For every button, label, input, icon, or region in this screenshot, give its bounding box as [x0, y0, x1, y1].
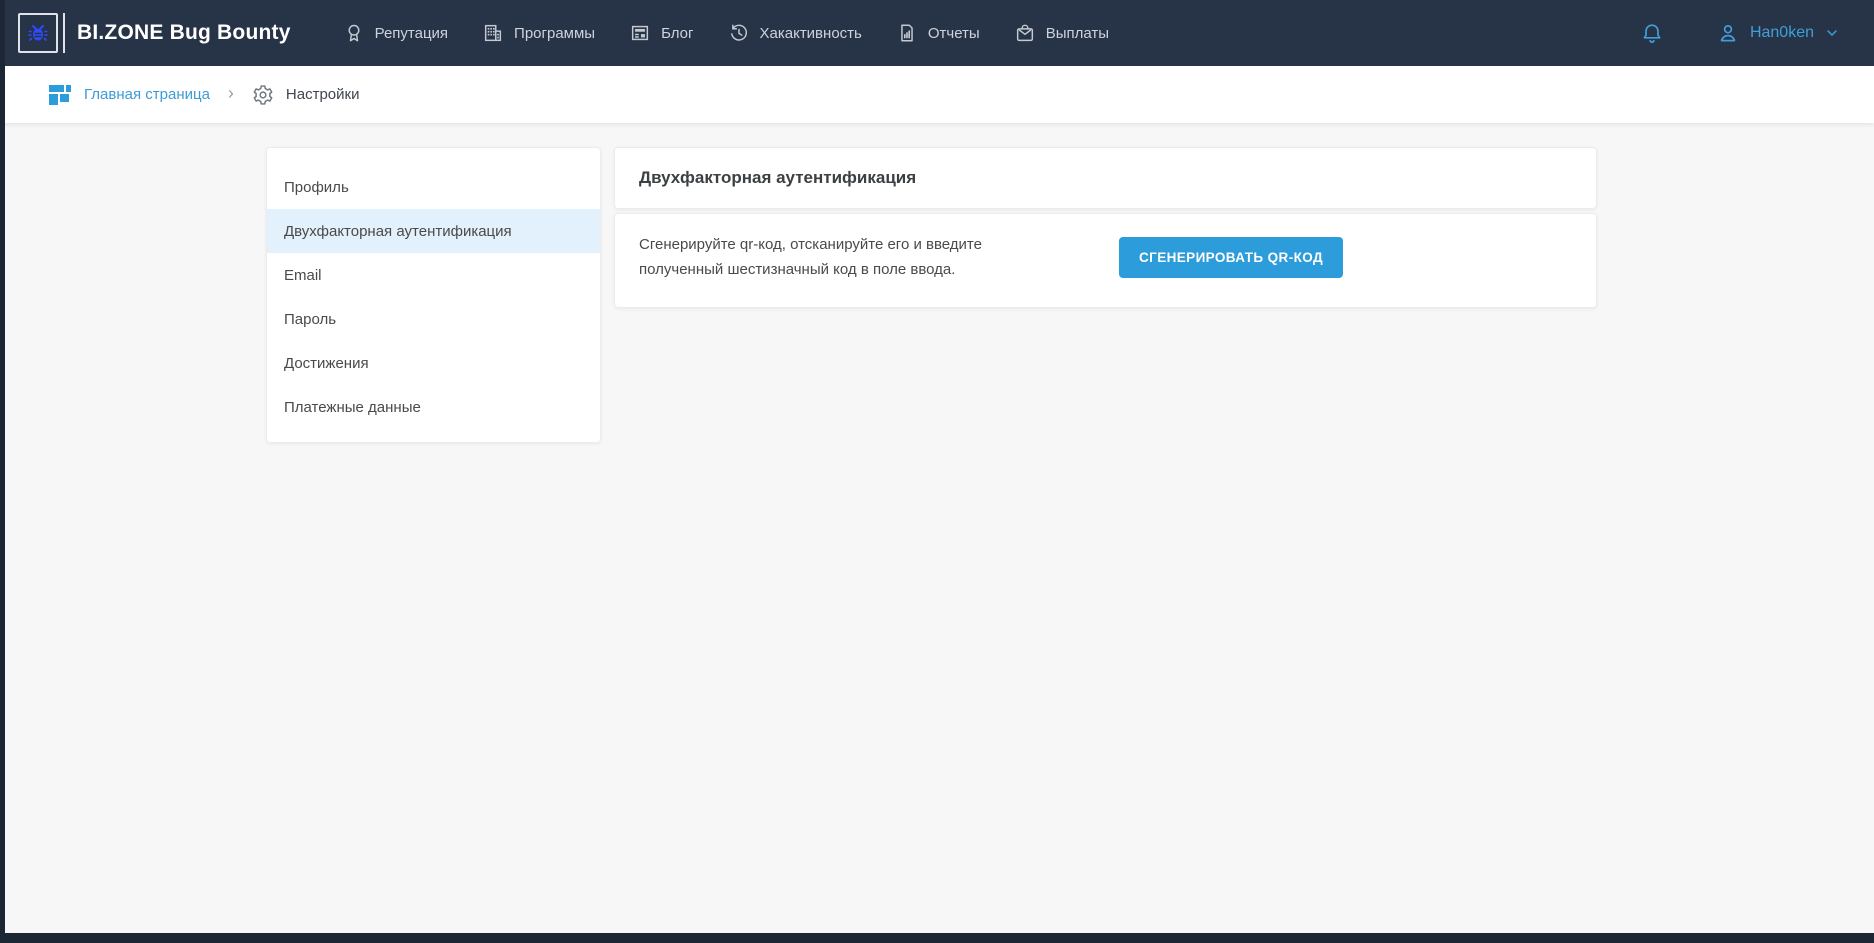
- nav-item-reports[interactable]: Отчеты: [896, 22, 980, 44]
- chevron-down-icon: [1824, 25, 1840, 41]
- building-icon: [482, 22, 504, 44]
- nav-item-hackactivity[interactable]: Хакактивность: [728, 22, 862, 44]
- settings-menu: Профиль Двухфакторная аутентификация Ema…: [266, 147, 601, 443]
- nav-item-label: Программы: [514, 25, 595, 42]
- nav-item-label: Отчеты: [928, 25, 980, 42]
- briefcase-icon: [1014, 22, 1036, 44]
- notifications-bell-icon[interactable]: [1640, 21, 1664, 45]
- breadcrumb-current: Настройки: [252, 84, 360, 106]
- nav-item-label: Репутация: [375, 25, 448, 42]
- breadcrumb-chevron-icon: ›: [222, 83, 240, 106]
- generate-qr-button[interactable]: СГЕНЕРИРОВАТЬ QR-КОД: [1119, 237, 1343, 278]
- menu-item-profile[interactable]: Профиль: [267, 165, 600, 209]
- brand-separator: [63, 13, 65, 53]
- brand-logo[interactable]: BI.ZONE Bug Bounty: [18, 13, 291, 53]
- nav-item-payouts[interactable]: Выплаты: [1014, 22, 1109, 44]
- breadcrumb-current-label: Настройки: [286, 86, 360, 103]
- top-navbar: BI.ZONE Bug Bounty Репутация: [0, 0, 1874, 66]
- panel-header: Двухфакторная аутентификация: [614, 147, 1597, 209]
- nav-item-label: Хакактивность: [760, 25, 862, 42]
- history-icon: [728, 22, 750, 44]
- dashboard-icon: [48, 83, 72, 107]
- medal-icon: [343, 22, 365, 44]
- user-menu[interactable]: Han0ken: [1716, 21, 1840, 45]
- panel-description: Сгенерируйте qr-код, отсканируйте его и …: [639, 232, 1069, 282]
- nav-item-blog[interactable]: Блог: [629, 22, 693, 44]
- breadcrumb-home-link[interactable]: Главная страница: [48, 83, 210, 107]
- bottom-edge-strip: [0, 933, 1874, 943]
- breadcrumb-bar: Главная страница › Настройки: [0, 66, 1874, 123]
- nav-item-reputation[interactable]: Репутация: [343, 22, 448, 44]
- gear-icon: [252, 84, 274, 106]
- nav-item-programs[interactable]: Программы: [482, 22, 595, 44]
- newspaper-icon: [629, 22, 651, 44]
- menu-item-achievements[interactable]: Достижения: [267, 341, 600, 385]
- panel-title: Двухфакторная аутентификация: [639, 168, 916, 188]
- breadcrumb-home-label: Главная страница: [84, 86, 210, 103]
- panel-body: Сгенерируйте qr-код, отсканируйте его и …: [614, 213, 1597, 308]
- report-icon: [896, 22, 918, 44]
- brand-name: BI.ZONE Bug Bounty: [77, 21, 291, 45]
- menu-item-email[interactable]: Email: [267, 253, 600, 297]
- menu-item-two-factor[interactable]: Двухфакторная аутентификация: [267, 209, 600, 253]
- navbar-right: Han0ken: [1640, 21, 1840, 45]
- nav-item-label: Блог: [661, 25, 693, 42]
- bug-logo-icon: [18, 13, 58, 53]
- left-edge-strip: [0, 0, 5, 943]
- main-nav: Репутация Программы: [343, 22, 1109, 44]
- user-icon: [1716, 21, 1740, 45]
- menu-item-password[interactable]: Пароль: [267, 297, 600, 341]
- nav-item-label: Выплаты: [1046, 25, 1109, 42]
- username: Han0ken: [1750, 24, 1814, 42]
- breadcrumb: Главная страница › Настройки: [48, 83, 359, 107]
- menu-item-payment-data[interactable]: Платежные данные: [267, 385, 600, 429]
